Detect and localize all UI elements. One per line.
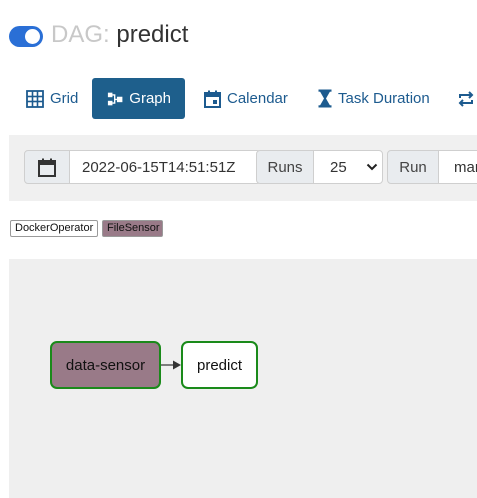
tab-label: Calendar [227, 90, 288, 107]
tab-task-duration[interactable]: Task Duration [304, 78, 444, 119]
tab-grid[interactable]: Grid [12, 78, 92, 119]
calendar-icon [204, 90, 221, 108]
task-node-data-sensor[interactable]: data-sensor [50, 341, 161, 389]
tab-label: Graph [129, 90, 171, 107]
chevron-down-icon [366, 163, 378, 171]
legend-file-sensor[interactable]: FileSensor [102, 220, 163, 237]
graph-canvas[interactable]: data-sensor predict [9, 259, 477, 498]
view-tabs: Grid Graph Calendar Task Duration [0, 78, 477, 119]
num-runs-value: 25 [330, 158, 347, 176]
hourglass-icon [318, 89, 332, 108]
toggle-knob [25, 29, 40, 44]
runs-label: Runs [256, 150, 314, 184]
tab-calendar[interactable]: Calendar [190, 78, 302, 119]
filter-bar: 2022-06-15T14:51:51Z Runs 25 Run mar [9, 135, 477, 201]
calendar-icon [38, 158, 56, 177]
tab-retries[interactable] [444, 78, 477, 119]
dag-name: predict [116, 21, 189, 48]
date-picker-button[interactable] [24, 150, 70, 184]
retries-icon [458, 90, 474, 107]
task-node-predict[interactable]: predict [181, 341, 258, 389]
graph-icon [107, 92, 123, 105]
dag-prefix: DAG: [51, 21, 110, 48]
dag-pause-toggle[interactable] [9, 26, 43, 47]
grid-icon [26, 89, 44, 108]
page-title: DAG: predict [51, 19, 188, 51]
run-label: Run [387, 150, 439, 184]
legend-docker-operator[interactable]: DockerOperator [10, 220, 98, 237]
tab-graph[interactable]: Graph [92, 78, 185, 119]
tab-label: Task Duration [338, 90, 430, 107]
tab-label: Grid [50, 90, 79, 107]
run-select[interactable]: mar [438, 150, 477, 184]
num-runs-select[interactable]: 25 [313, 150, 383, 184]
base-date-input[interactable]: 2022-06-15T14:51:51Z [69, 150, 261, 184]
